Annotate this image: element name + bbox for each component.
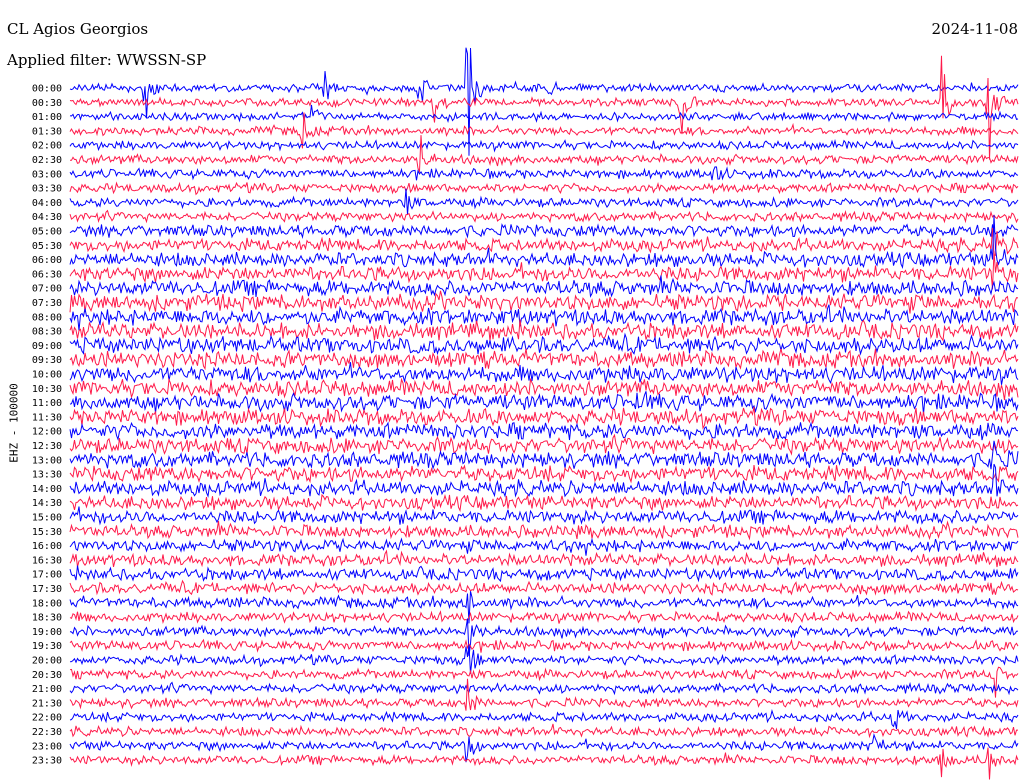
trace-line [69, 319, 1019, 342]
row-label-group: 00:00 00:30 01:00 01:30 02:00 02:30 03:00 03:30… [32, 84, 62, 767]
trace-line [69, 506, 1019, 526]
row-label: 11:30 [32, 412, 62, 423]
trace-line [69, 362, 1019, 385]
row-label: 10:30 [32, 384, 62, 395]
trace-line [69, 377, 1019, 401]
trace-line [69, 610, 1019, 624]
trace-line [69, 209, 1019, 224]
row-label: 01:30 [32, 126, 62, 137]
trace-line [69, 223, 1019, 240]
row-label: 17:30 [32, 584, 62, 595]
trace-line [69, 138, 1019, 153]
trace-line [69, 104, 1019, 124]
trace-line [69, 549, 1019, 568]
row-label: 23:30 [32, 756, 62, 767]
row-label: 04:30 [32, 212, 62, 223]
row-label: 21:30 [32, 698, 62, 709]
row-label: 13:30 [32, 470, 62, 481]
row-label: 02:00 [32, 141, 62, 152]
row-label: 22:30 [32, 727, 62, 738]
row-label: 15:00 [32, 513, 62, 524]
row-label: 21:00 [32, 684, 62, 695]
row-label: 14:30 [32, 498, 62, 509]
row-label: 16:00 [32, 541, 62, 552]
trace-line [69, 747, 1019, 780]
row-label: 06:00 [32, 255, 62, 266]
trace-line [69, 275, 1019, 298]
trace-line [69, 215, 1019, 270]
row-label: 12:30 [32, 441, 62, 452]
row-label: 05:30 [32, 241, 62, 252]
trace-line [69, 166, 1019, 181]
row-label: 17:00 [32, 570, 62, 581]
trace-line [69, 681, 1019, 696]
row-label: 03:30 [32, 184, 62, 195]
row-label: 06:30 [32, 269, 62, 280]
trace-line [69, 421, 1019, 441]
trace-line [69, 188, 1019, 215]
trace-line [69, 733, 1019, 763]
row-label: 08:30 [32, 327, 62, 338]
row-label: 03:00 [32, 169, 62, 180]
row-label: 15:30 [32, 527, 62, 538]
trace-line [69, 464, 1019, 484]
trace-line [69, 391, 1019, 415]
row-label: 12:00 [32, 427, 62, 438]
trace-line [69, 678, 1019, 711]
trace-line [69, 520, 1019, 541]
row-label: 07:00 [32, 284, 62, 295]
row-label: 04:00 [32, 198, 62, 209]
row-label: 13:00 [32, 455, 62, 466]
row-label: 02:30 [32, 155, 62, 166]
row-label: 05:00 [32, 227, 62, 238]
row-label: 11:00 [32, 398, 62, 409]
trace-line [69, 565, 1019, 583]
row-label: 19:30 [32, 641, 62, 652]
row-label: 00:00 [32, 84, 62, 95]
trace-line [69, 579, 1019, 596]
trace-line [69, 493, 1019, 513]
trace-line [69, 406, 1019, 430]
row-label: 19:00 [32, 627, 62, 638]
helicorder-plot: 00:00 00:30 01:00 01:30 02:00 02:30 03:00 03:30… [32, 47, 1019, 780]
row-label: 08:00 [32, 312, 62, 323]
row-label: 22:00 [32, 713, 62, 724]
trace-line [69, 723, 1018, 739]
trace-line [69, 537, 1019, 556]
row-label: 09:30 [32, 355, 62, 366]
trace-line [69, 666, 1019, 698]
row-label: 18:00 [32, 598, 62, 609]
row-label: 16:30 [32, 555, 62, 566]
trace-line [69, 638, 1019, 653]
row-label: 14:00 [32, 484, 62, 495]
trace-line [69, 290, 1019, 314]
row-label: 07:30 [32, 298, 62, 309]
row-label: 20:00 [32, 656, 62, 667]
trace-line [69, 181, 1019, 196]
row-label: 10:00 [32, 370, 62, 381]
row-label: 23:00 [32, 741, 62, 752]
row-label: 00:30 [32, 98, 62, 109]
trace-group [69, 47, 1019, 780]
row-label: 01:00 [32, 112, 62, 123]
row-label: 09:00 [32, 341, 62, 352]
trace-line [69, 709, 1019, 730]
row-label: 20:30 [32, 670, 62, 681]
row-label: 18:30 [32, 613, 62, 624]
